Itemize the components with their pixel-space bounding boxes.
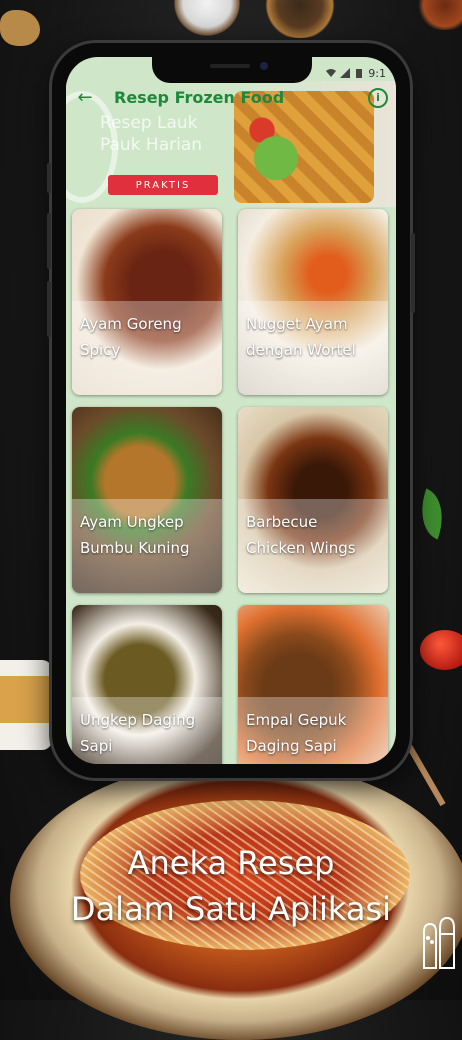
back-arrow-icon[interactable]: ← — [74, 87, 96, 109]
tagline-line2: Dalam Satu Aplikasi — [70, 890, 392, 928]
recipe-title-line2: Bumbu Kuning — [80, 539, 190, 557]
background-tomatoes — [420, 630, 462, 670]
status-bar: 9:1 — [326, 65, 386, 81]
app-title: Resep Frozen Food — [114, 88, 285, 107]
recipe-title-line1: Barbecue — [246, 513, 318, 531]
recipe-card-empal-gepuk-daging-sapi[interactable]: Empal Gepuk Daging Sapi — [238, 605, 388, 764]
background-basil-leaf — [411, 488, 453, 540]
recipe-title-line1: Nugget Ayam — [246, 315, 348, 333]
recipe-card-ayam-goreng-spicy[interactable]: Ayam Goreng Spicy — [72, 209, 222, 395]
battery-icon — [356, 69, 363, 78]
phone-volume-down — [47, 281, 51, 337]
recipe-title: Barbecue Chicken Wings — [246, 509, 382, 561]
wifi-icon — [326, 69, 337, 77]
recipe-title: Empal Gepuk Daging Sapi — [246, 707, 382, 759]
banner-title: Resep Lauk Pauk Harian — [100, 112, 202, 156]
background-ginger — [0, 10, 40, 46]
salt-pepper-shaker-icon — [423, 916, 455, 969]
phone-mute-switch — [47, 163, 51, 193]
recipe-title: Ayam Goreng Spicy — [80, 311, 216, 363]
recipe-title-line2: Daging Sapi — [246, 737, 337, 755]
background-spice-bowl — [410, 0, 462, 30]
recipe-card-ayam-ungkep-bumbu-kuning[interactable]: Ayam Ungkep Bumbu Kuning — [72, 407, 222, 593]
recipe-title: Nugget Ayam dengan Wortel — [246, 311, 382, 363]
front-camera — [260, 62, 268, 70]
status-time: 9:1 — [368, 66, 386, 80]
recipe-title-line1: Ungkep Daging — [80, 711, 196, 729]
recipe-title: Ayam Ungkep Bumbu Kuning — [80, 509, 216, 561]
banner-title-line2: Pauk Harian — [100, 135, 203, 155]
phone-screen: 9:1 Resep Lauk Pauk Harian PRAKTIS ← Res… — [66, 57, 396, 764]
recipe-title-line2: Chicken Wings — [246, 539, 356, 557]
recipe-title-line1: Ayam Ungkep — [80, 513, 184, 531]
signal-icon — [340, 68, 351, 78]
phone-power-button — [411, 233, 415, 313]
recipe-card-barbecue-chicken-wings[interactable]: Barbecue Chicken Wings — [238, 407, 388, 593]
banner-praktis-badge: PRAKTIS — [108, 175, 218, 195]
phone-mockup: 9:1 Resep Lauk Pauk Harian PRAKTIS ← Res… — [47, 43, 415, 778]
recipe-title-line2: Spicy — [80, 341, 121, 359]
tagline-line1: Aneka Resep — [127, 844, 335, 882]
recipe-title-line2: Sapi — [80, 737, 113, 755]
app-bar: ← Resep Frozen Food i — [66, 81, 396, 117]
recipe-title-line1: Ayam Goreng — [80, 315, 182, 333]
background-pepper-bowl — [255, 0, 345, 38]
background-soup-bowl — [0, 660, 52, 750]
background-salt-bowl — [165, 0, 249, 36]
info-icon[interactable]: i — [368, 88, 388, 108]
recipe-title: Ungkep Daging Sapi — [80, 707, 216, 759]
recipe-grid: Ayam Goreng Spicy Nugget Ayam dengan Wor… — [72, 209, 390, 764]
recipe-title-line2: dengan Wortel — [246, 341, 356, 359]
speaker-grille — [210, 64, 250, 68]
recipe-card-nugget-ayam-wortel[interactable]: Nugget Ayam dengan Wortel — [238, 209, 388, 395]
recipe-card-ungkep-daging-sapi[interactable]: Ungkep Daging Sapi — [72, 605, 222, 764]
recipe-title-line1: Empal Gepuk — [246, 711, 347, 729]
phone-notch — [152, 57, 312, 83]
phone-volume-up — [47, 213, 51, 269]
